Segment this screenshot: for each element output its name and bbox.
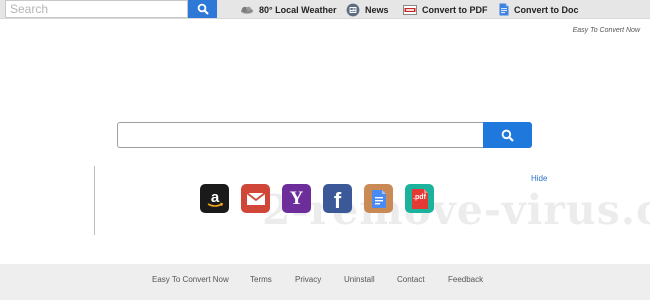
divider [94,166,95,235]
brand-logo-text: Easy To Convert Now [572,27,640,34]
toolbar-convert-doc-link[interactable]: Convert to Doc [499,0,579,19]
shortcut-yahoo[interactable]: Y [282,184,311,213]
toolbar-news-link[interactable]: News [346,0,389,19]
facebook-icon: f [333,187,342,213]
cloud-icon [240,5,254,14]
main-search-input[interactable] [117,122,483,148]
news-icon [346,3,360,17]
footer-link-terms[interactable]: Terms [250,275,272,284]
toolbar-search-button[interactable] [188,0,217,18]
footer-link-brand[interactable]: Easy To Convert Now [152,275,229,284]
toolbar-search-input[interactable] [5,0,188,18]
shortcut-gmail[interactable] [241,184,270,213]
toolbar-convert-pdf-link[interactable]: Convert to PDF [403,0,488,19]
svg-text:a: a [210,189,219,206]
docs-icon [371,189,386,208]
footer-link-feedback[interactable]: Feedback [448,275,483,284]
footer [0,264,650,300]
watermark: 2-remove-virus.com [262,186,650,234]
footer-link-contact[interactable]: Contact [397,275,425,284]
top-toolbar: 80° Local Weather News Convert to PDF [0,0,650,19]
search-icon [197,3,209,15]
weather-label: 80° Local Weather [259,4,337,15]
footer-link-privacy[interactable]: Privacy [295,275,321,284]
hide-shortcuts-link[interactable]: Hide [531,174,547,183]
search-icon [501,129,514,142]
amazon-icon: a [207,189,223,207]
convert-doc-label: Convert to Doc [514,4,579,15]
shortcut-facebook[interactable]: f [323,184,352,213]
pdf-file-icon [403,4,417,15]
main-search-button[interactable] [483,122,532,148]
footer-link-uninstall[interactable]: Uninstall [344,275,375,284]
shortcut-pdf[interactable]: .pdf [405,184,434,213]
convert-pdf-label: Convert to PDF [422,4,488,15]
shortcut-google-docs[interactable] [364,184,393,213]
news-label: News [365,4,389,15]
shortcut-amazon[interactable]: a [200,184,229,213]
gmail-icon [245,191,266,205]
toolbar-weather-link[interactable]: 80° Local Weather [240,0,336,19]
doc-file-icon [499,3,509,16]
yahoo-icon: Y [289,187,304,209]
